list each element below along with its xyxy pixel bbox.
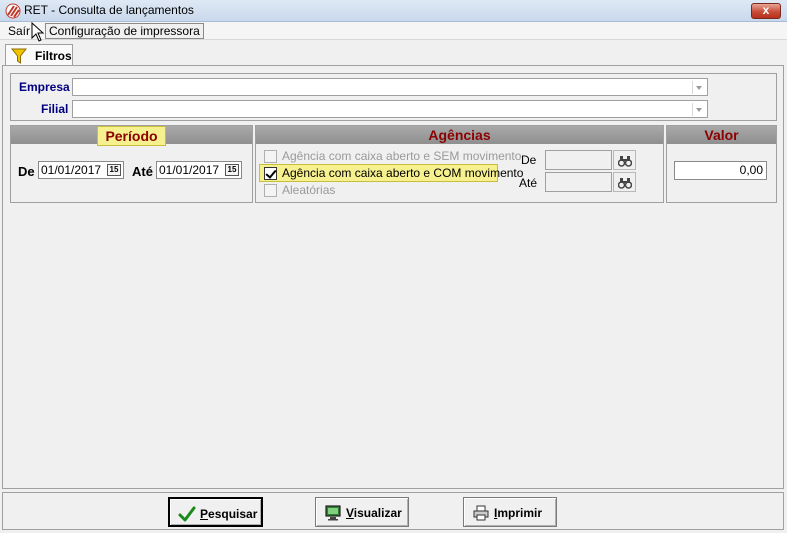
agencia-ate-search-button[interactable]: [613, 172, 636, 192]
empresa-label: Empresa: [19, 80, 70, 94]
visualizar-label: Visualizar: [346, 506, 402, 520]
menu-item-configuracao-impressora[interactable]: Configuração de impressora: [45, 23, 204, 39]
periodo-ate-value: 01/01/2017: [159, 163, 220, 177]
imprimir-button[interactable]: Imprimir: [463, 497, 557, 527]
periodo-ate-field[interactable]: 01/01/2017 15: [156, 161, 242, 179]
visualizar-button[interactable]: Visualizar: [315, 497, 409, 527]
imprimir-label: Imprimir: [494, 506, 543, 520]
chevron-down-icon[interactable]: [692, 81, 705, 94]
agencia-ate-field[interactable]: [545, 172, 612, 192]
agencia-ate-label: Até: [519, 176, 538, 190]
chevron-down-icon[interactable]: [692, 103, 705, 116]
periodo-de-label: De: [18, 164, 35, 179]
tab-filtros[interactable]: Filtros: [5, 44, 73, 66]
printer-icon: [473, 505, 489, 521]
app-logo-icon: [5, 3, 21, 19]
checkbox-box[interactable]: [264, 184, 277, 197]
checkbox-aleatorias-label: Aleatórias: [282, 183, 336, 197]
valor-field[interactable]: 0,00: [674, 161, 767, 180]
empresa-combo[interactable]: [72, 78, 708, 96]
periodo-header: Período: [97, 126, 166, 146]
checkbox-aleatorias[interactable]: Aleatórias: [264, 183, 364, 199]
agencia-de-field[interactable]: [545, 150, 612, 170]
valor-header: Valor: [667, 126, 776, 144]
checkbox-box-checked[interactable]: [264, 167, 277, 180]
pesquisar-button[interactable]: Pesquisar: [168, 497, 263, 527]
mouse-cursor-icon: [31, 22, 45, 42]
filial-label: Filial: [41, 102, 69, 116]
pesquisar-label: Pesquisar: [200, 507, 258, 521]
binoculars-icon: [618, 156, 632, 167]
calendar-icon[interactable]: 15: [107, 164, 121, 176]
periodo-de-value: 01/01/2017: [41, 163, 102, 177]
binoculars-icon: [618, 178, 632, 189]
menu-item-sair[interactable]: Saír: [5, 23, 33, 39]
monitor-icon: [325, 505, 341, 521]
window-title: RET - Consulta de lançamentos: [24, 3, 194, 17]
checkbox-box[interactable]: [264, 150, 277, 163]
menu-bar: Saír Configuração de impressora: [0, 22, 787, 40]
checkbox-sem-movimento-label: Agência com caixa aberto e SEM movimento: [282, 149, 522, 163]
funnel-icon: [11, 48, 27, 64]
tab-filtros-label: Filtros: [35, 49, 72, 63]
periodo-ate-label: Até: [132, 164, 153, 179]
checkbox-com-movimento-label: Agência com caixa aberto e COM movimento: [282, 166, 524, 180]
calendar-icon[interactable]: 15: [225, 164, 239, 176]
checkbox-sem-movimento[interactable]: Agência com caixa aberto e SEM movimento: [264, 149, 521, 165]
filial-combo[interactable]: [72, 100, 708, 118]
checkmark-icon: [178, 506, 196, 522]
agencias-header: Agências: [256, 126, 663, 144]
title-bar: RET - Consulta de lançamentos x: [0, 0, 787, 22]
periodo-de-field[interactable]: 01/01/2017 15: [38, 161, 124, 179]
agencia-de-search-button[interactable]: [613, 150, 636, 170]
close-button[interactable]: x: [751, 3, 781, 19]
agencia-de-label: De: [521, 153, 537, 167]
checkbox-com-movimento[interactable]: Agência com caixa aberto e COM movimento: [264, 166, 523, 182]
